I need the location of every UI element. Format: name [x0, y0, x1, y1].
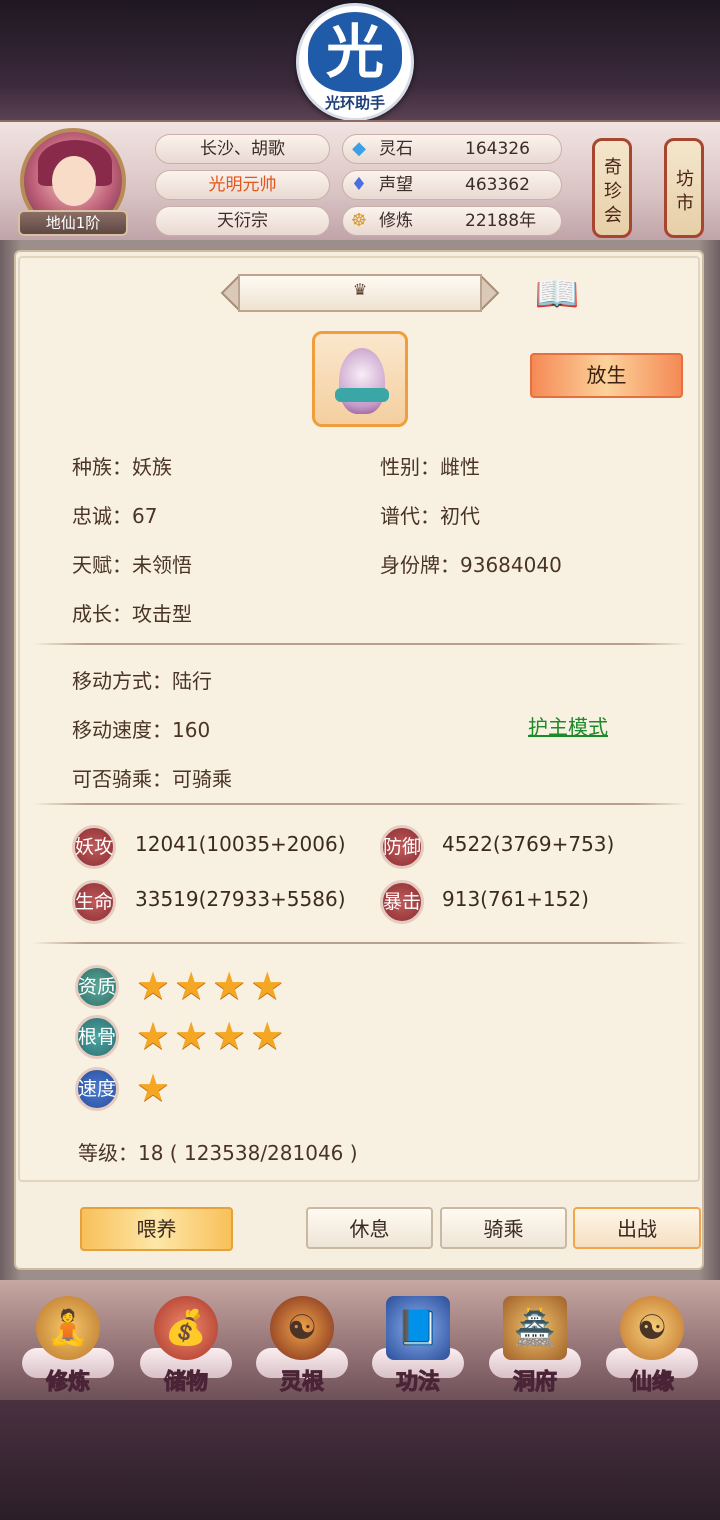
pet-rideable: 可否骑乘：可骑乘	[72, 767, 232, 791]
fight-button[interactable]: 出战	[573, 1207, 701, 1249]
resource-cultivation: ☸ 修炼 22188年	[342, 206, 562, 236]
pet-move-speed: 移动速度：160	[72, 718, 211, 742]
star-icon: ★	[136, 1014, 171, 1058]
cave-mansion-icon: 🏯	[503, 1296, 567, 1360]
nav-cultivate[interactable]: 🧘 修炼	[18, 1290, 118, 1400]
pet-race: 种族：妖族	[72, 455, 172, 479]
star-icon: ★	[174, 964, 209, 1008]
guard-mode-link[interactable]: 护主模式	[528, 711, 608, 740]
nav-label: 修炼	[45, 1369, 90, 1396]
nav-fate[interactable]: ☯ 仙缘	[602, 1290, 702, 1400]
hp-value: 33519(27933+5586)	[135, 887, 346, 911]
pet-lineage: 谱代：初代	[380, 504, 480, 528]
rest-button[interactable]: 休息	[306, 1207, 433, 1249]
resource-label: 修炼	[379, 211, 413, 231]
pet-growth: 成长：攻击型	[72, 602, 192, 626]
crit-badge: 暴击	[380, 880, 424, 924]
resource-value: 22188年	[465, 211, 537, 231]
aptitude-stars: ★ ★ ★ ★	[136, 966, 284, 1006]
release-button[interactable]: 放生	[530, 353, 683, 398]
spirit-stone-icon: ◆	[352, 138, 366, 159]
player-header: 地仙1阶 长沙、胡歌 光明元帅 天衍宗 ◆ 灵石 164326 ♦ 声望 463…	[0, 120, 720, 242]
resource-reputation: ♦ 声望 463362	[342, 170, 562, 200]
avatar-face	[52, 156, 96, 206]
treasure-fair-lantern[interactable]: 奇珍会	[592, 138, 632, 238]
resource-spirit-stone: ◆ 灵石 164326	[342, 134, 562, 164]
star-icon: ★	[136, 964, 171, 1008]
storage-bag-icon: 💰	[154, 1296, 218, 1360]
section-divider	[32, 643, 688, 645]
bottom-bar	[0, 1400, 720, 1520]
rename-book-icon[interactable]: 📖	[530, 272, 584, 318]
crown-icon: ♛	[352, 280, 368, 299]
logo-glyph: 光	[308, 12, 402, 92]
hp-badge: 生命	[72, 880, 116, 924]
nav-label: 洞府	[512, 1369, 557, 1396]
aptitude-badge: 资质	[75, 965, 119, 1009]
nav-cave-mansion[interactable]: 🏯 洞府	[485, 1290, 585, 1400]
feed-button[interactable]: 喂养	[80, 1207, 233, 1251]
pet-name-plate[interactable]: ♛	[218, 270, 502, 316]
resource-label: 声望	[379, 175, 413, 195]
resource-value: 463362	[465, 175, 530, 195]
star-icon: ★	[250, 1014, 285, 1058]
player-sect: 天衍宗	[155, 206, 330, 236]
speed-badge: 速度	[75, 1067, 119, 1111]
pet-move-mode: 移动方式：陆行	[72, 669, 212, 693]
reputation-icon: ♦	[350, 174, 368, 195]
pet-gender: 性别：雌性	[380, 455, 480, 479]
attack-value: 12041(10035+2006)	[135, 832, 346, 856]
pet-portrait[interactable]	[312, 331, 408, 427]
speed-stars: ★	[136, 1068, 170, 1108]
player-rank-badge: 地仙1阶	[18, 210, 128, 236]
nav-label: 仙缘	[629, 1369, 674, 1396]
crit-value: 913(761+152)	[442, 887, 589, 911]
pet-level: 等级：18 ( 123538/281046 )	[78, 1141, 358, 1165]
nav-label: 功法	[395, 1369, 440, 1396]
player-title: 光明元帅	[155, 170, 330, 200]
star-icon: ★	[250, 964, 285, 1008]
pet-id: 身份牌：93684040	[380, 553, 562, 577]
pet-scarf	[335, 388, 389, 402]
nav-spirit-root[interactable]: ☯ 灵根	[252, 1290, 352, 1400]
star-icon: ★	[212, 1014, 247, 1058]
fate-icon: ☯	[620, 1296, 684, 1360]
skill-book-icon: 📘	[386, 1296, 450, 1360]
nav-skills[interactable]: 📘 功法	[368, 1290, 468, 1400]
spirit-root-icon: ☯	[270, 1296, 334, 1360]
player-location: 长沙、胡歌	[155, 134, 330, 164]
star-icon: ★	[174, 1014, 209, 1058]
star-icon: ★	[212, 964, 247, 1008]
resource-label: 灵石	[379, 139, 413, 159]
section-divider	[32, 803, 688, 805]
fox-pet-icon	[339, 348, 385, 414]
resource-value: 164326	[465, 139, 530, 159]
pet-loyalty: 忠诚：67	[72, 504, 158, 528]
attack-badge: 妖攻	[72, 825, 116, 869]
logo-caption: 光环助手	[324, 94, 385, 112]
nav-label: 储物	[163, 1369, 208, 1396]
cultivate-icon: 🧘	[36, 1296, 100, 1360]
market-lantern[interactable]: 坊市	[664, 138, 704, 238]
ride-button[interactable]: 骑乘	[440, 1207, 567, 1249]
defense-value: 4522(3769+753)	[442, 832, 615, 856]
section-divider	[32, 942, 688, 944]
bone-stars: ★ ★ ★ ★	[136, 1016, 284, 1056]
pet-talent: 天赋：未领悟	[72, 553, 192, 577]
app-logo: 光 光环助手	[296, 3, 414, 121]
cultivation-icon: ☸	[350, 210, 368, 231]
nav-storage[interactable]: 💰 储物	[136, 1290, 236, 1400]
bone-badge: 根骨	[75, 1015, 119, 1059]
nav-label: 灵根	[279, 1369, 324, 1396]
star-icon: ★	[136, 1066, 171, 1110]
defense-badge: 防御	[380, 825, 424, 869]
